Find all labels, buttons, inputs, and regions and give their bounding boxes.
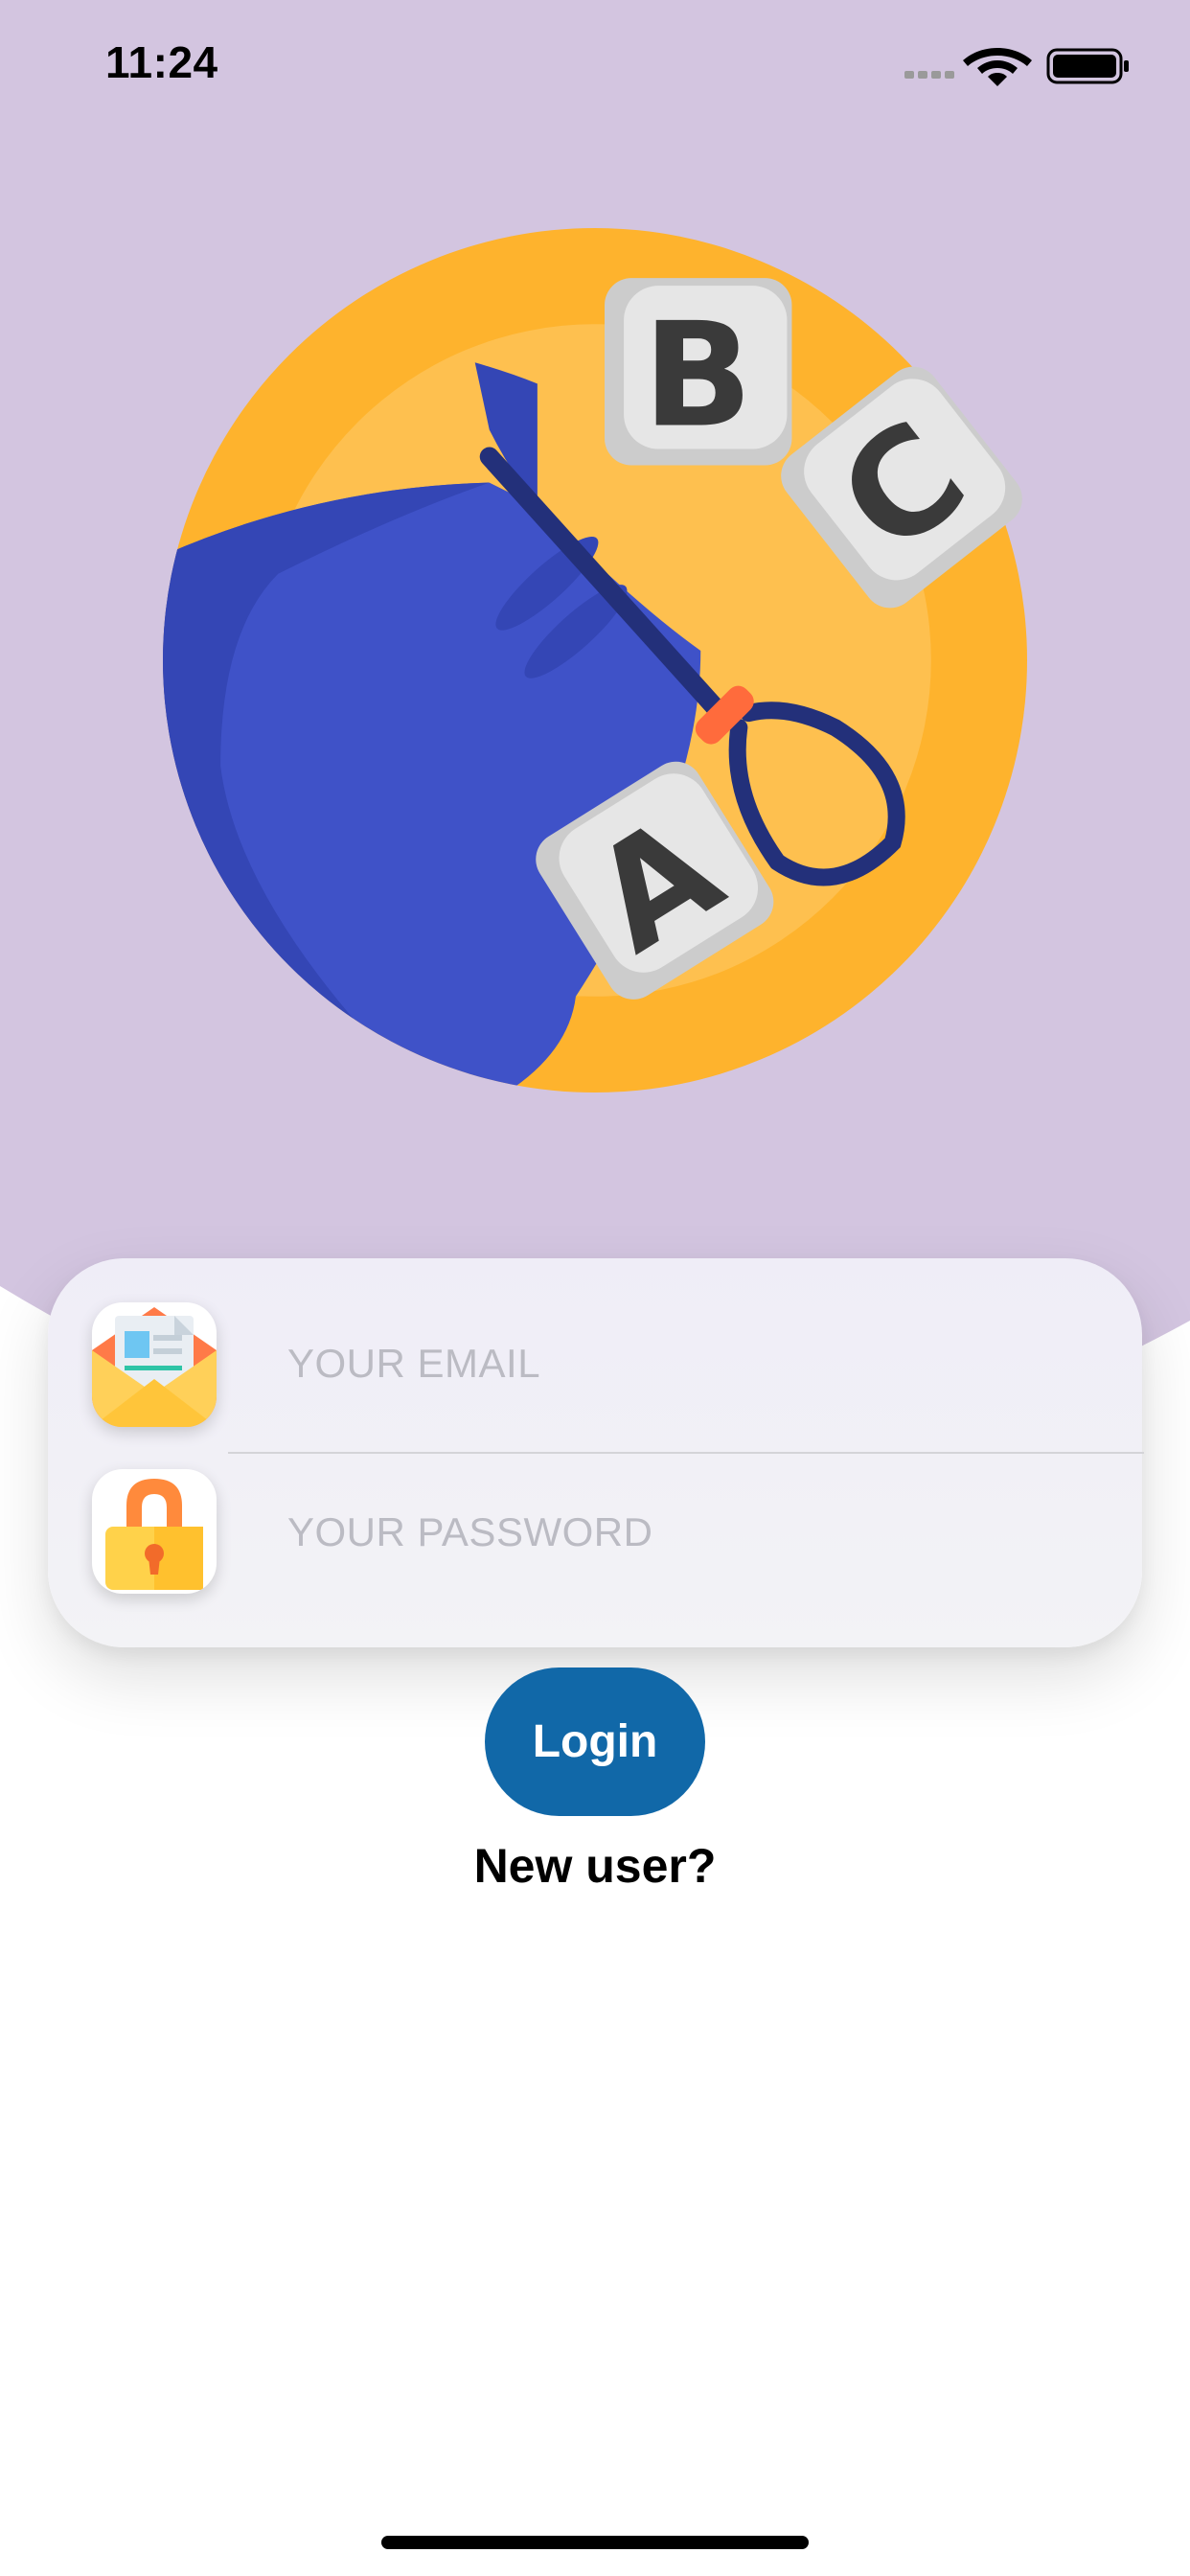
email-field[interactable] — [287, 1316, 1092, 1412]
login-button[interactable]: Login — [485, 1668, 705, 1816]
letter-tile-b: B — [605, 278, 792, 466]
status-icons — [904, 48, 1129, 86]
home-indicator[interactable] — [381, 2536, 809, 2549]
new-user-link[interactable]: New user? — [0, 1838, 1190, 1894]
field-divider — [228, 1452, 1144, 1454]
password-field[interactable] — [287, 1484, 1092, 1580]
battery-icon — [1046, 48, 1129, 84]
abc-bag-illustration: B C A — [163, 228, 1027, 1092]
email-row — [48, 1258, 1142, 1431]
wifi-icon — [963, 48, 1032, 86]
cellular-signal-icon — [904, 71, 954, 79]
status-time: 11:24 — [105, 37, 218, 87]
svg-text:B: B — [643, 291, 753, 459]
padlock-icon — [92, 1469, 217, 1594]
status-bar: 11:24 — [0, 0, 1190, 134]
login-screen: 11:24 B C A YOUR EMAIL Login New user? — [0, 0, 1190, 2576]
envelope-icon — [92, 1302, 217, 1427]
password-row — [48, 1431, 1142, 1603]
